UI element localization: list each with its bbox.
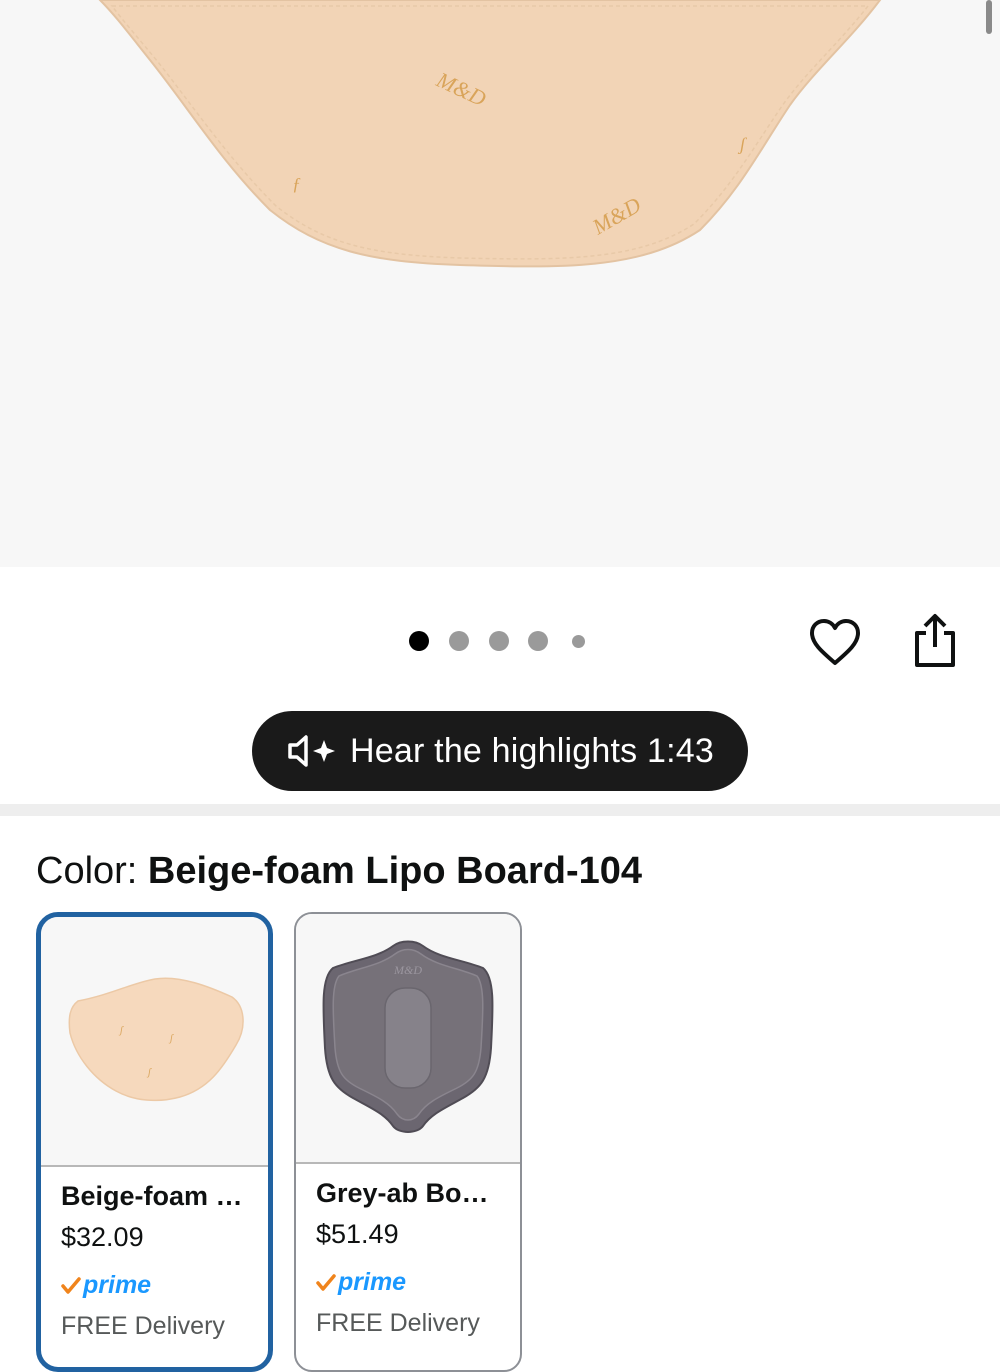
selected-color-value: Beige-foam Lipo Board-104	[147, 850, 642, 892]
carousel-dot-5[interactable]	[572, 634, 585, 648]
favorite-button[interactable]	[808, 615, 862, 669]
hear-highlights-label: Hear the highlights 1:43	[350, 731, 714, 770]
color-option-image: M&D	[296, 914, 520, 1164]
carousel-dot-2[interactable]	[449, 631, 469, 651]
carousel-dot-4[interactable]	[528, 631, 548, 651]
heart-icon	[810, 619, 860, 665]
color-option-name: Beige-foam …	[61, 1181, 243, 1211]
share-icon	[915, 614, 955, 667]
carousel-dot-1[interactable]	[409, 631, 429, 651]
lipo-board-image: M&D M&D ƒ ʃ	[98, 0, 882, 268]
delivery-text: FREE Delivery	[61, 1312, 225, 1340]
delivery-text: FREE Delivery	[316, 1309, 480, 1337]
prime-badge: prime	[61, 1271, 248, 1300]
prime-badge: prime	[316, 1268, 500, 1297]
carousel-dots[interactable]	[409, 630, 585, 652]
section-divider	[0, 804, 1000, 816]
color-option-grey[interactable]: M&D Grey-ab Bo… $51.49 prime FREE Delive…	[294, 912, 522, 1372]
color-option-price: $51.49	[316, 1219, 399, 1249]
prime-label: prime	[83, 1271, 152, 1299]
logo-watermark-3: ƒ	[292, 174, 301, 194]
color-option-name: Grey-ab Bo…	[316, 1178, 489, 1208]
color-option-image: ʃ ʃ ʃ	[41, 917, 268, 1167]
speaker-sparkle-icon	[288, 735, 336, 767]
prime-label: prime	[338, 1268, 407, 1296]
grey-board-thumbnail: M&D	[322, 940, 494, 1133]
color-label-prefix: Color:	[36, 850, 148, 892]
prime-check-icon	[61, 1276, 81, 1294]
carousel-dot-3[interactable]	[489, 631, 509, 651]
prime-check-icon	[316, 1273, 336, 1291]
product-image[interactable]: M&D M&D ƒ ʃ	[0, 0, 1000, 567]
beige-board-thumbnail: ʃ ʃ ʃ	[68, 977, 244, 1102]
scroll-indicator[interactable]	[986, 0, 992, 34]
color-option-beige[interactable]: ʃ ʃ ʃ Beige-foam … $32.09 prime FREE Del…	[36, 912, 273, 1372]
color-selection-label: Color: Beige-foam Lipo Board-104	[36, 850, 642, 893]
hear-highlights-button[interactable]: Hear the highlights 1:43	[252, 711, 748, 791]
thumbnail-logo: M&D	[393, 963, 422, 977]
share-button[interactable]	[910, 612, 960, 670]
color-option-price: $32.09	[61, 1222, 144, 1252]
